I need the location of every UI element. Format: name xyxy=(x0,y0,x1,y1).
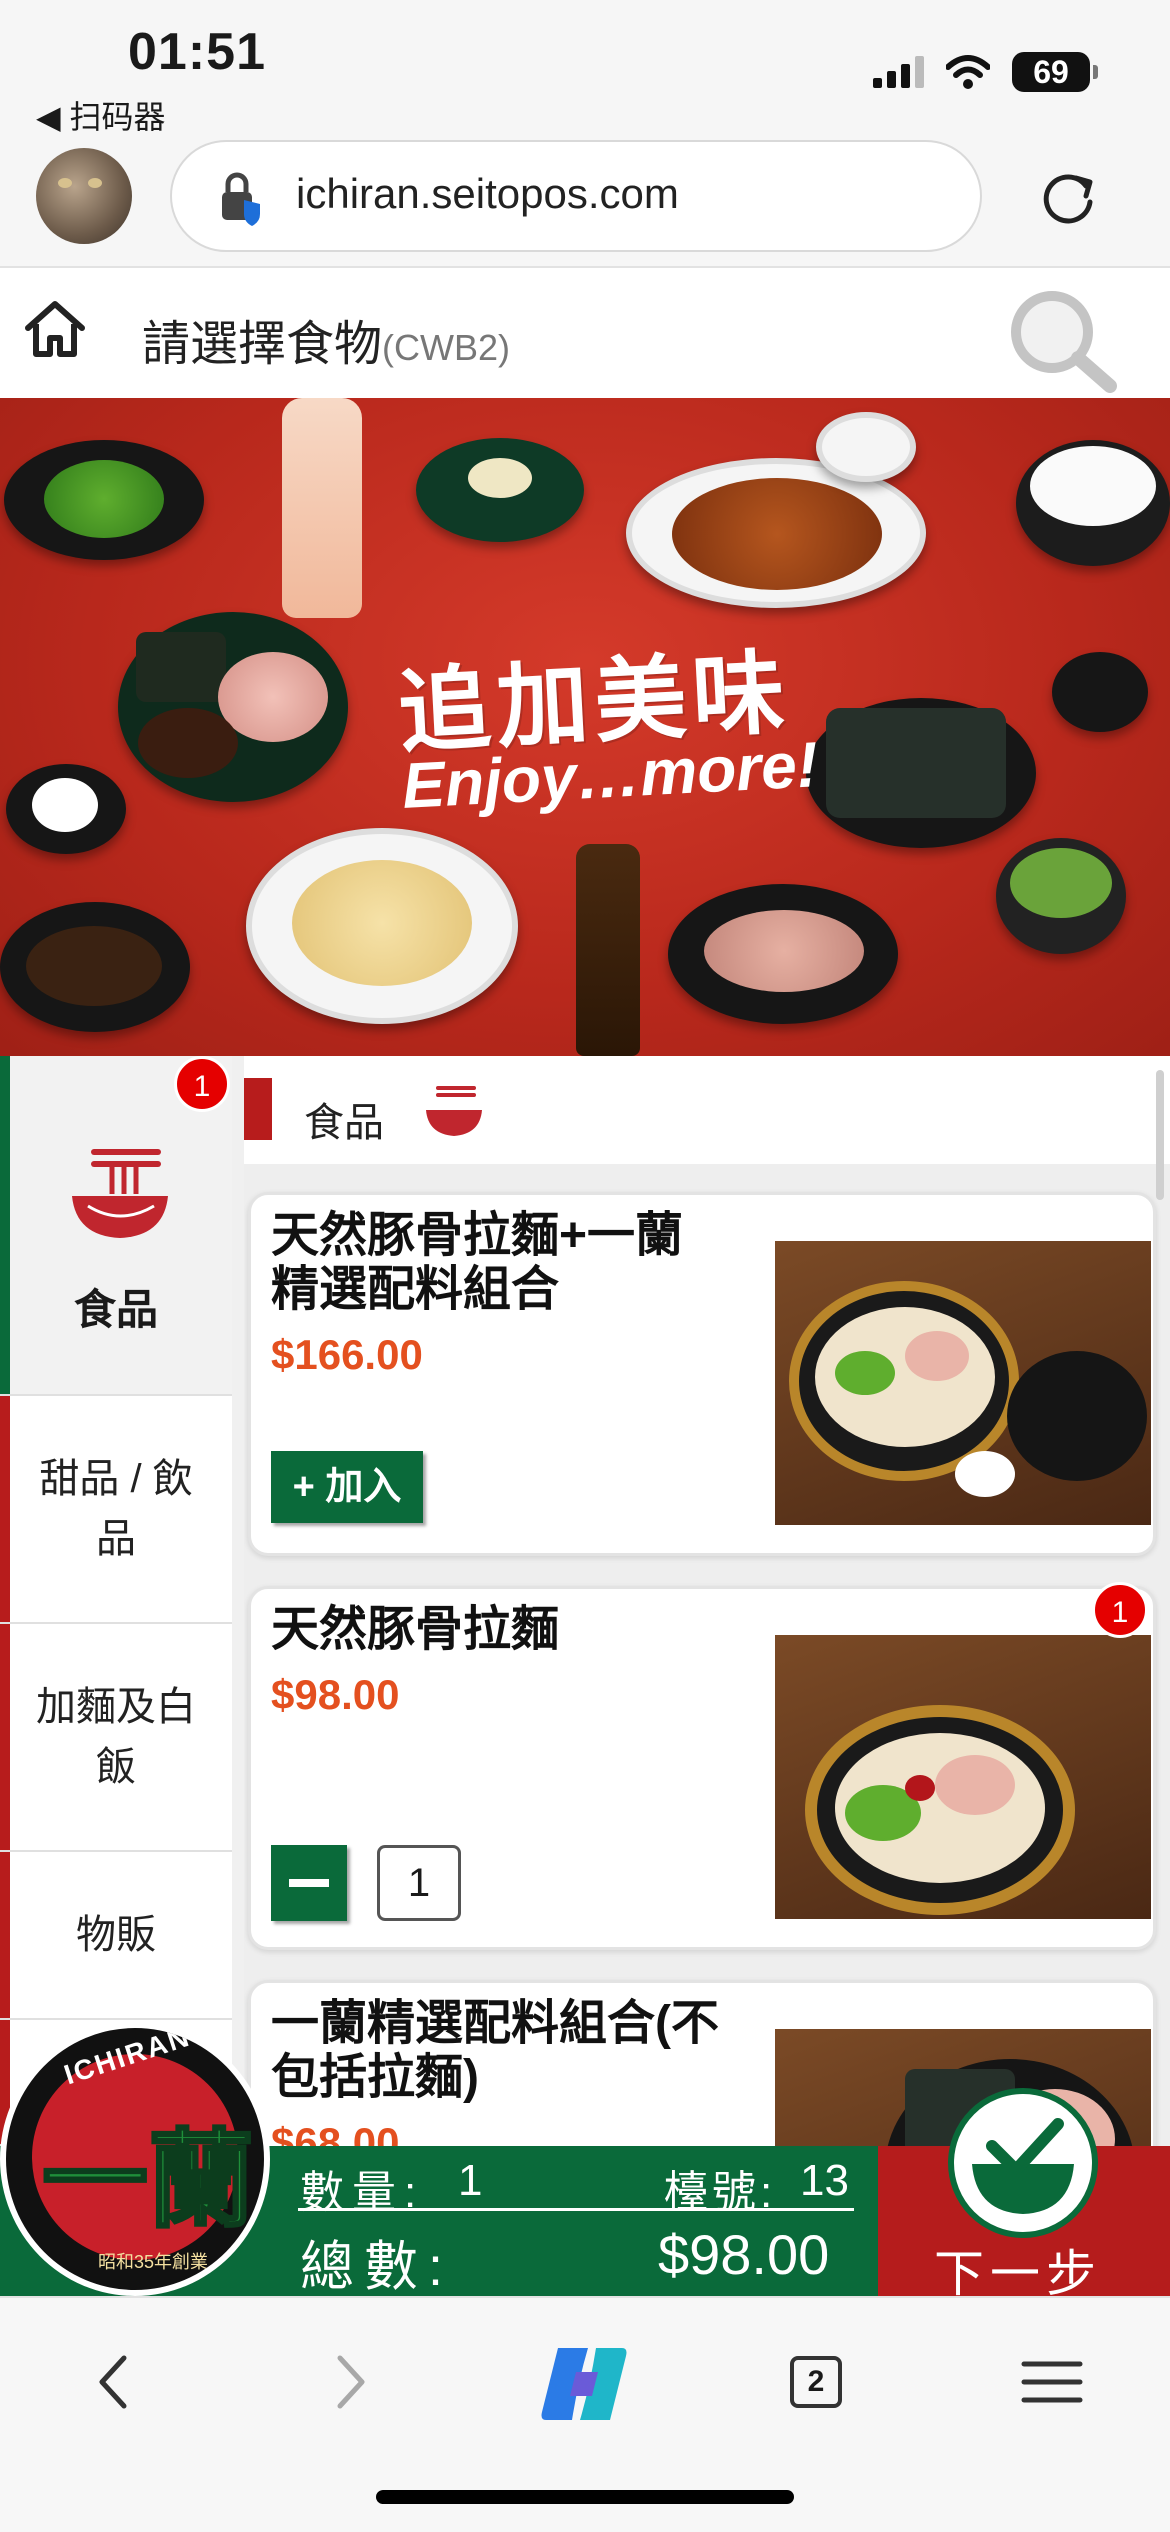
page-subtitle: (CWB2) xyxy=(382,327,511,368)
total-label: 總數: xyxy=(300,2237,454,2297)
product-card[interactable]: 天然豚骨拉麵+一蘭精選配料組合 $166.00 + 加入 xyxy=(248,1192,1156,1556)
status-icons: 69 xyxy=(873,52,1098,92)
ramen-bowl-icon xyxy=(72,1149,168,1238)
product-name: 天然豚骨拉麵+一蘭精選配料組合 xyxy=(271,1209,684,1316)
category-sidebar: 食品 1 甜品 / 飲品 加麵及白飯 物販 xyxy=(0,1056,244,2146)
noodles-bowl-image xyxy=(246,828,518,1024)
category-tab-merchandise[interactable]: 物販 xyxy=(0,1852,232,2020)
sauce-bowl-image xyxy=(816,412,916,482)
app-page: 01:51 ◀ 扫码器 69 ichiran.seitopos.com 請選擇食… xyxy=(0,0,1170,2532)
mushroom-plate-image xyxy=(0,902,190,1032)
decrease-quantity-button[interactable] xyxy=(271,1845,347,1921)
home-icon[interactable] xyxy=(22,298,88,360)
total-value: $98.00 xyxy=(658,2223,830,2286)
product-price: $68.00 xyxy=(271,2119,400,2146)
seaweed-plate-image xyxy=(806,698,1036,848)
logo-glyph: 一蘭 xyxy=(41,2116,256,2244)
page-title: 請選擇食物(CWB2) xyxy=(142,304,510,374)
browser-address-bar: ichiran.seitopos.com xyxy=(0,140,1170,268)
category-tab-extra-noodles-rice[interactable]: 加麵及白飯 xyxy=(0,1624,232,1852)
home-indicator[interactable] xyxy=(376,2490,794,2504)
browser-toolbar: 2 xyxy=(0,2296,1170,2532)
tab-count: 2 xyxy=(807,2365,825,2398)
url-text: ichiran.seitopos.com xyxy=(296,170,679,217)
product-count-badge: 1 xyxy=(1092,1582,1148,1638)
category-tab-desserts-drinks[interactable]: 甜品 / 飲品 xyxy=(0,1396,232,1624)
category-label-desserts-drinks: 甜品 / 飲品 xyxy=(39,1457,193,1561)
status-bar: 01:51 ◀ 扫码器 69 xyxy=(0,0,1170,140)
ramen-bowl-small-icon xyxy=(426,1086,482,1136)
product-card[interactable]: 天然豚骨拉麵 $98.00 1 xyxy=(248,1586,1156,1950)
category-label-food: 食品 xyxy=(73,1286,158,1333)
reload-icon[interactable] xyxy=(1036,166,1100,230)
wifi-icon xyxy=(946,55,990,89)
pork-dish-image xyxy=(626,458,926,608)
green-onion-plate-image xyxy=(4,440,204,560)
profile-avatar[interactable] xyxy=(36,148,132,244)
cellular-signal-icon xyxy=(873,56,924,88)
table-number: 13 xyxy=(800,2156,849,2205)
battery-icon: 69 xyxy=(1012,52,1098,92)
promo-banner[interactable]: 追加美味 Enjoy…more! xyxy=(0,398,1170,1056)
product-name: 天然豚骨拉麵 xyxy=(271,1603,560,1656)
product-list: 食品 天然豚骨拉麵+一蘭精選配料組合 $166.00 + 加入 天然豚骨拉麵 $… xyxy=(244,1056,1170,2146)
product-price: $98.00 xyxy=(271,1671,400,1718)
beer-bottle-image xyxy=(576,844,640,1056)
page-title-text: 請選擇食物 xyxy=(142,318,383,371)
soy-bowl-image xyxy=(1052,652,1148,732)
forward-icon[interactable] xyxy=(330,2352,370,2412)
quantity-value: 1 xyxy=(458,2156,483,2205)
category-label-extra-noodles-rice: 加麵及白飯 xyxy=(36,1685,196,1789)
garlic-plate-image xyxy=(416,438,584,542)
status-time: 01:51 xyxy=(128,23,266,81)
product-price: $166.00 xyxy=(271,1331,423,1378)
tonkotsu-ramen-image xyxy=(775,1635,1151,1919)
app-header: 請選擇食物(CWB2) xyxy=(0,268,1170,398)
search-icon[interactable] xyxy=(1004,286,1120,396)
url-field[interactable]: ichiran.seitopos.com xyxy=(170,140,982,252)
tab-switcher-button[interactable]: 2 xyxy=(790,2356,842,2408)
ichiran-logo: ICHIRAN 一蘭 昭和35年創業 xyxy=(0,2022,270,2296)
category-count-badge: 1 xyxy=(174,1056,230,1112)
section-header: 食品 xyxy=(244,1056,1170,1200)
copilot-icon[interactable] xyxy=(536,2342,632,2426)
site-info-lock-icon[interactable] xyxy=(216,170,264,226)
next-step-bowl-icon[interactable] xyxy=(948,2088,1098,2238)
category-label-merchandise: 物販 xyxy=(76,1913,156,1957)
back-to-scanner-link[interactable]: ◀ 扫码器 xyxy=(36,92,166,138)
egg-plate-image xyxy=(6,764,126,854)
product-name: 一蘭精選配料組合(不包括拉麵) xyxy=(271,1997,719,2104)
toppings-plate-image xyxy=(118,612,348,802)
peach-drink-image xyxy=(282,398,362,618)
section-accent-bar xyxy=(244,1078,272,1140)
matcha-cup-image xyxy=(996,838,1126,954)
section-title: 食品 xyxy=(304,1101,384,1145)
pork-slices-plate-image xyxy=(668,884,898,1024)
order-divider xyxy=(298,2208,854,2211)
add-to-cart-button[interactable]: + 加入 xyxy=(271,1451,423,1523)
quantity-field[interactable]: 1 xyxy=(377,1845,461,1921)
back-icon[interactable] xyxy=(94,2352,134,2412)
menu-icon[interactable] xyxy=(1020,2358,1084,2406)
checkmark-bowl-icon xyxy=(972,2118,1074,2214)
scrollbar[interactable] xyxy=(1156,1070,1164,1200)
rice-bowl-image xyxy=(1016,440,1170,566)
tonkotsu-ramen-set-image xyxy=(775,1241,1151,1525)
logo-founding-text: 昭和35年創業 xyxy=(98,2252,209,2272)
